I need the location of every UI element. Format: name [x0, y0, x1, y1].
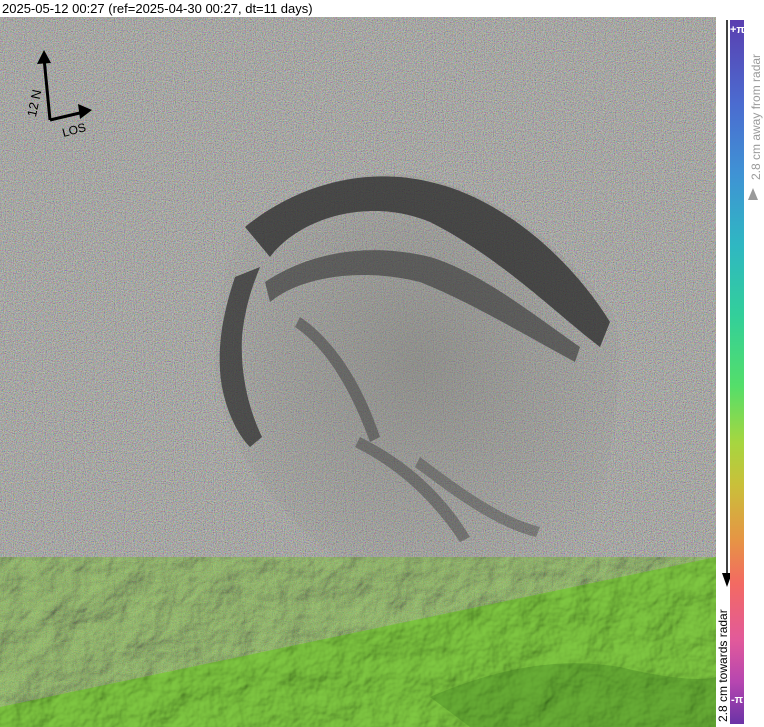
colorbar-bottom-label: -π: [730, 694, 744, 706]
away-arrow-icon: [748, 188, 758, 200]
colorbar-top-label: +π: [730, 24, 745, 36]
interferogram-map: 12 N LOS: [0, 17, 716, 727]
phase-colorbar: [730, 20, 744, 724]
image-title: 2025-05-12 00:27 (ref=2025-04-30 00:27, …: [2, 1, 313, 16]
colorbar-away-label: 2.8 cm away from radar: [749, 53, 763, 180]
colorbar-towards-label: 2.8 cm towards radar: [716, 609, 730, 722]
